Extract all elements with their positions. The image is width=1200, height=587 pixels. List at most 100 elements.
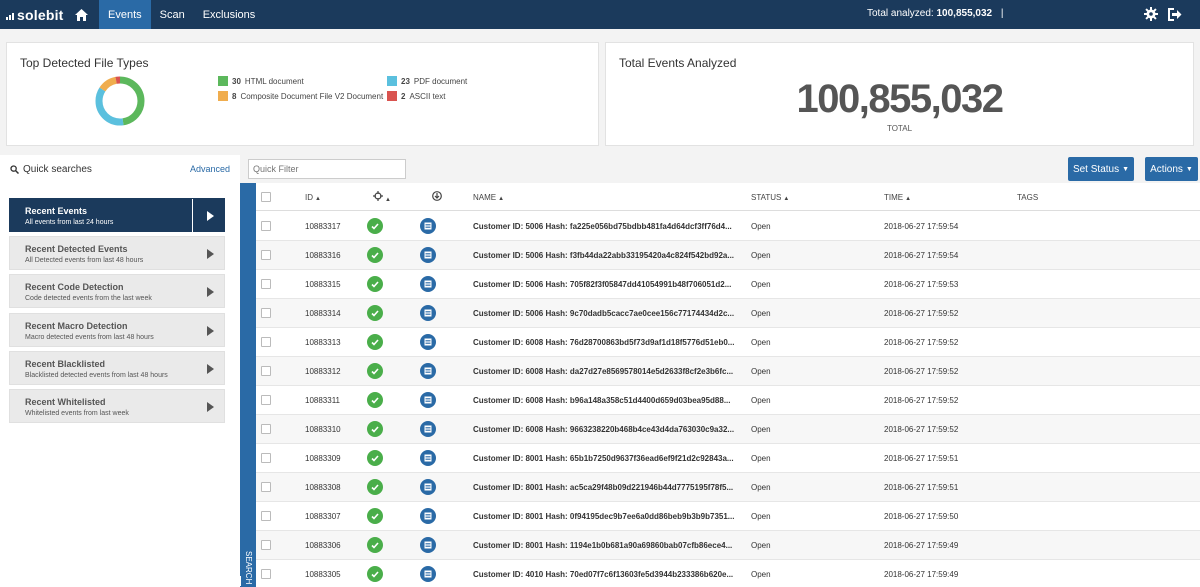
- row-checkbox[interactable]: [261, 395, 271, 405]
- table-row[interactable]: 10883308 Customer ID: 8001 Hash: ac5ca29f…: [256, 473, 1200, 502]
- file-types-donut-chart: [95, 76, 145, 126]
- column-header-tags[interactable]: TAGS: [1017, 193, 1038, 202]
- event-name-link[interactable]: Customer ID: 8001 Hash: 1194e1b0b681a90a…: [473, 541, 732, 550]
- table-row[interactable]: 10883306 Customer ID: 8001 Hash: 1194e1b0…: [256, 531, 1200, 560]
- table-row[interactable]: 10883305 Customer ID: 4010 Hash: 70ed07f7…: [256, 560, 1200, 587]
- table-row[interactable]: 10883315 Customer ID: 5006 Hash: 705f82f3…: [256, 270, 1200, 299]
- row-checkbox[interactable]: [261, 250, 271, 260]
- tab-exclusions[interactable]: Exclusions: [194, 0, 265, 29]
- event-name-link[interactable]: Customer ID: 6008 Hash: 9663238220b468b4…: [473, 425, 734, 434]
- event-name-link[interactable]: Customer ID: 5006 Hash: 705f82f3f05847dd…: [473, 280, 731, 289]
- table-row[interactable]: 10883316 Customer ID: 5006 Hash: f3fb44da…: [256, 241, 1200, 270]
- table-row[interactable]: 10883311 Customer ID: 6008 Hash: b96a148a…: [256, 386, 1200, 415]
- table-row[interactable]: 10883313 Customer ID: 6008 Hash: 76d28700…: [256, 328, 1200, 357]
- legend-label: ASCII text: [409, 91, 446, 101]
- play-icon[interactable]: [207, 364, 214, 374]
- legend-label: HTML document: [244, 76, 304, 86]
- row-checkbox[interactable]: [261, 221, 271, 231]
- play-icon[interactable]: [207, 326, 214, 336]
- table-row[interactable]: 10883307 Customer ID: 8001 Hash: 0f94195d…: [256, 502, 1200, 531]
- column-header-detection[interactable]: ▲: [373, 191, 391, 203]
- search-panel-toggle[interactable]: SEARCH: [237, 183, 256, 587]
- caret-down-icon: ▼: [1185, 165, 1193, 173]
- saved-search-recent-macro[interactable]: Recent Macro Detection Macro detected ev…: [9, 313, 225, 347]
- row-checkbox[interactable]: [261, 424, 271, 434]
- event-name-link[interactable]: Customer ID: 8001 Hash: 65b1b7250d9637f3…: [473, 454, 734, 463]
- column-header-id[interactable]: ID ▲: [305, 193, 321, 202]
- row-checkbox[interactable]: [261, 308, 271, 318]
- row-checkbox[interactable]: [261, 279, 271, 289]
- events-table: ID ▲ ▲ NAME ▲ STATUS ▲ TIME ▲ TAGS 10883317 C…: [256, 183, 1200, 587]
- select-all-checkbox[interactable]: [261, 192, 271, 202]
- event-time: 2018-06-27 17:59:49: [884, 570, 959, 579]
- legend-count: 8: [232, 91, 237, 101]
- file-details-icon[interactable]: [420, 392, 436, 408]
- row-checkbox[interactable]: [261, 569, 271, 579]
- file-details-icon[interactable]: [420, 479, 436, 495]
- row-checkbox[interactable]: [261, 540, 271, 550]
- file-details-icon[interactable]: [420, 450, 436, 466]
- event-id: 10883317: [305, 222, 341, 231]
- event-name-link[interactable]: Customer ID: 6008 Hash: 76d28700863bd5f7…: [473, 338, 734, 347]
- column-header-time[interactable]: TIME ▲: [884, 193, 911, 202]
- solebit-logo[interactable]: solebit: [0, 7, 63, 23]
- file-details-icon[interactable]: [420, 334, 436, 350]
- logout-button[interactable]: [1167, 6, 1183, 22]
- file-details-icon[interactable]: [420, 276, 436, 292]
- table-row[interactable]: 10883309 Customer ID: 8001 Hash: 65b1b725…: [256, 444, 1200, 473]
- run-search-button[interactable]: [192, 199, 224, 233]
- event-name-link[interactable]: Customer ID: 8001 Hash: ac5ca29f48b09d22…: [473, 483, 733, 492]
- tab-events[interactable]: Events: [99, 0, 151, 29]
- file-details-icon[interactable]: [420, 305, 436, 321]
- event-time: 2018-06-27 17:59:53: [884, 280, 959, 289]
- actions-label: Actions: [1150, 163, 1183, 175]
- file-details-icon[interactable]: [420, 566, 436, 582]
- file-details-icon[interactable]: [420, 421, 436, 437]
- actions-button[interactable]: Actions ▼: [1145, 157, 1198, 181]
- saved-search-recent-blacklisted[interactable]: Recent Blacklisted Blacklisted detected …: [9, 351, 225, 385]
- file-details-icon[interactable]: [420, 508, 436, 524]
- event-name-link[interactable]: Customer ID: 6008 Hash: b96a148a358c51d4…: [473, 396, 730, 405]
- file-details-icon[interactable]: [420, 537, 436, 553]
- event-name-link[interactable]: Customer ID: 6008 Hash: da27d27e85695780…: [473, 367, 733, 376]
- event-name-link[interactable]: Customer ID: 5006 Hash: f3fb44da22abb331…: [473, 251, 734, 260]
- advanced-search-link[interactable]: Advanced: [190, 164, 230, 174]
- play-icon[interactable]: [207, 249, 214, 259]
- file-details-icon[interactable]: [420, 363, 436, 379]
- row-checkbox[interactable]: [261, 482, 271, 492]
- row-checkbox[interactable]: [261, 366, 271, 376]
- event-name-link[interactable]: Customer ID: 8001 Hash: 0f94195dec9b7ee6…: [473, 512, 734, 521]
- home-button[interactable]: [63, 0, 99, 29]
- settings-button[interactable]: [1143, 6, 1159, 22]
- event-name-link[interactable]: Customer ID: 5006 Hash: fa225e056bd75bdb…: [473, 222, 732, 231]
- tab-scan[interactable]: Scan: [151, 0, 194, 29]
- file-details-icon[interactable]: [420, 218, 436, 234]
- event-name-link[interactable]: Customer ID: 4010 Hash: 70ed07f7c6f13603…: [473, 570, 733, 579]
- table-row[interactable]: 10883312 Customer ID: 6008 Hash: da27d27e…: [256, 357, 1200, 386]
- saved-search-title: Recent Code Detection: [25, 282, 124, 292]
- event-name-link[interactable]: Customer ID: 5006 Hash: 9c70dadb5cacc7ae…: [473, 309, 734, 318]
- sign-out-icon: [1168, 7, 1182, 21]
- collapse-handle-icon[interactable]: [237, 576, 241, 586]
- column-header-status[interactable]: STATUS ▲: [751, 193, 789, 202]
- saved-search-title: Recent Detected Events: [25, 244, 128, 254]
- row-checkbox[interactable]: [261, 511, 271, 521]
- table-row[interactable]: 10883317 Customer ID: 5006 Hash: fa225e05…: [256, 212, 1200, 241]
- play-icon[interactable]: [207, 287, 214, 297]
- quick-filter-input[interactable]: [248, 159, 406, 179]
- file-details-icon[interactable]: [420, 247, 436, 263]
- play-icon[interactable]: [207, 402, 214, 412]
- table-row[interactable]: 10883314 Customer ID: 5006 Hash: 9c70dadb…: [256, 299, 1200, 328]
- saved-search-recent-events[interactable]: Recent Events All events from last 24 ho…: [9, 198, 225, 233]
- column-header-name[interactable]: NAME ▲: [473, 193, 504, 202]
- row-checkbox[interactable]: [261, 453, 271, 463]
- saved-search-recent-code[interactable]: Recent Code Detection Code detected even…: [9, 274, 225, 308]
- sort-asc-icon: ▲: [783, 196, 790, 202]
- legend-item-composite: 8 Composite Document File V2 Document: [218, 91, 383, 101]
- row-checkbox[interactable]: [261, 337, 271, 347]
- table-row[interactable]: 10883310 Customer ID: 6008 Hash: 96632382…: [256, 415, 1200, 444]
- saved-search-recent-detected[interactable]: Recent Detected Events All Detected even…: [9, 236, 225, 270]
- saved-search-recent-whitelisted[interactable]: Recent Whitelisted Whitelisted events fr…: [9, 389, 225, 423]
- set-status-button[interactable]: Set Status ▼: [1068, 157, 1134, 181]
- column-header-action[interactable]: [432, 191, 442, 203]
